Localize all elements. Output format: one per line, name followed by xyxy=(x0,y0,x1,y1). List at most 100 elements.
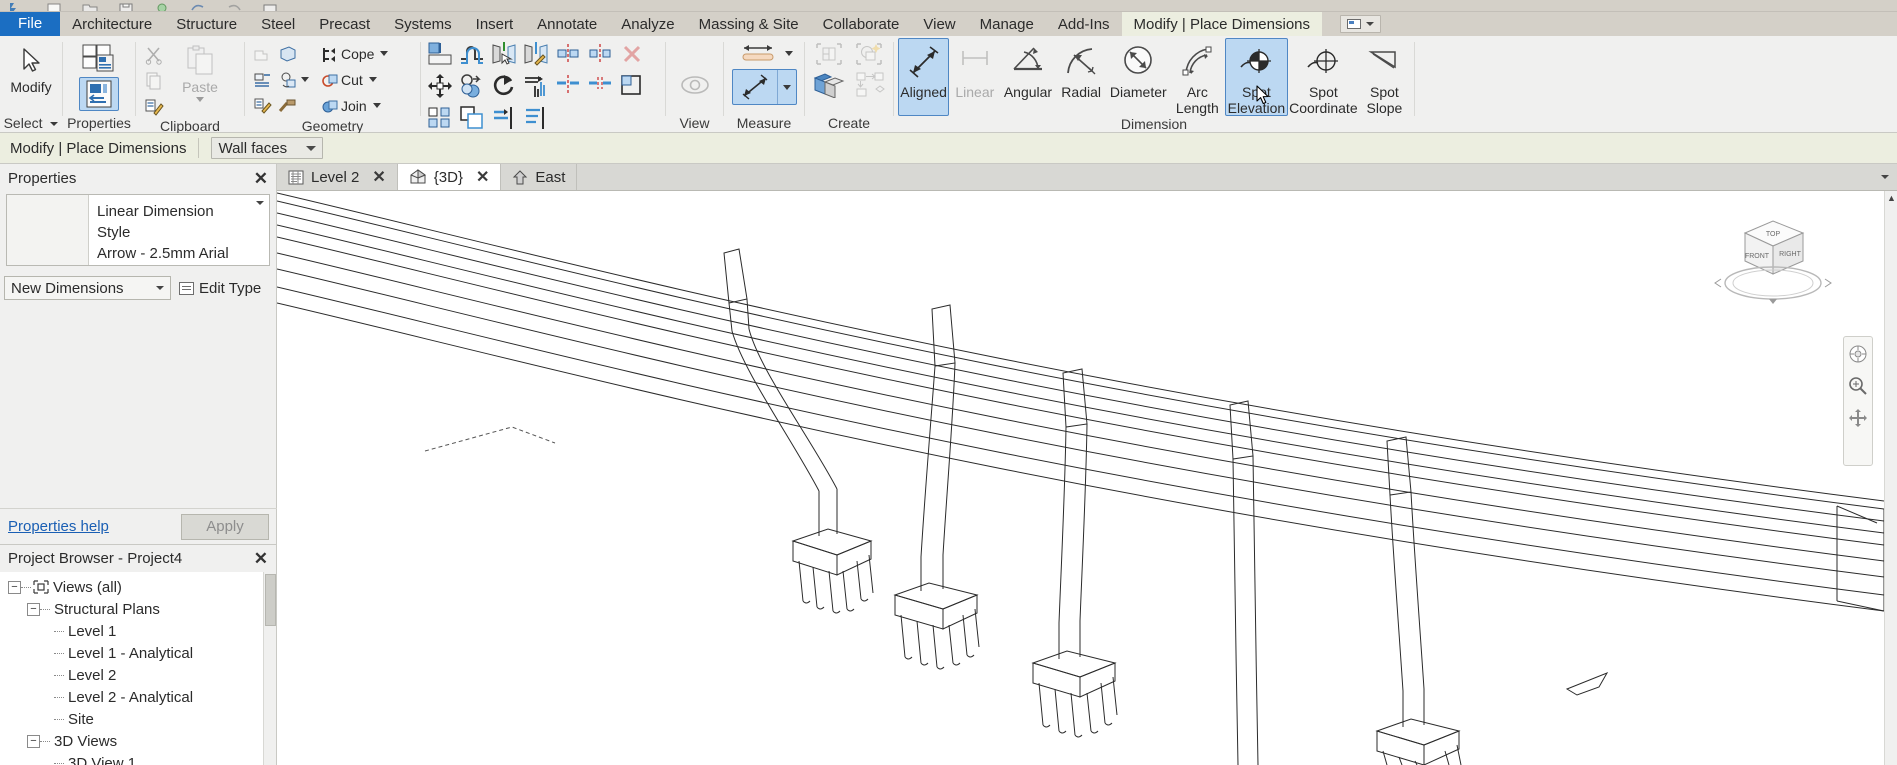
quick-access-toolbar[interactable] xyxy=(0,0,1897,12)
scroll-up-icon[interactable]: ▲ xyxy=(1885,191,1897,205)
measure-aligned-button[interactable] xyxy=(733,70,777,104)
tab-architecture[interactable]: Architecture xyxy=(60,12,164,36)
view-tab-east[interactable]: East xyxy=(501,164,578,190)
move-button[interactable] xyxy=(425,71,455,101)
edit-type-button[interactable]: Edit Type xyxy=(179,280,261,297)
options-bar[interactable]: Modify | Place Dimensions Wall faces xyxy=(0,133,1897,164)
beam-join-button[interactable] xyxy=(274,93,313,118)
tree-node-3d-views[interactable]: − 3D Views xyxy=(2,730,276,752)
tab-structure[interactable]: Structure xyxy=(164,12,249,36)
cut-button[interactable]: Cut xyxy=(317,67,392,92)
tab-view[interactable]: View xyxy=(911,12,967,36)
tab-systems[interactable]: Systems xyxy=(382,12,464,36)
modify-extra-1-button[interactable] xyxy=(553,103,583,133)
close-icon[interactable]: ✕ xyxy=(372,167,385,187)
chevron-down-icon[interactable] xyxy=(1881,175,1889,179)
undo-icon[interactable] xyxy=(188,1,208,11)
tab-file[interactable]: File xyxy=(0,12,61,36)
expander-icon[interactable]: − xyxy=(27,734,40,748)
modify-button[interactable]: Modify xyxy=(4,39,58,96)
tree-node-views-all[interactable]: − Views (all) xyxy=(2,576,276,598)
delete-button[interactable] xyxy=(617,39,647,69)
cut-geometry-small-button[interactable] xyxy=(274,67,313,92)
panel-title-select[interactable]: Select xyxy=(0,115,62,133)
tree-node-level-2-analytical[interactable]: Level 2 - Analytical xyxy=(2,686,276,708)
angular-dimension-button[interactable]: Angular xyxy=(1000,38,1055,116)
align-right-button[interactable] xyxy=(521,103,551,133)
properties-help-link[interactable]: Properties help xyxy=(8,518,109,535)
mirror-draw-axis-button[interactable] xyxy=(521,39,551,69)
copy-modify-button[interactable] xyxy=(457,71,487,101)
cope-button[interactable]: Cope xyxy=(317,41,392,66)
chevron-down-icon[interactable] xyxy=(301,77,309,82)
redo-icon[interactable] xyxy=(224,1,244,11)
scrollbar-thumb[interactable] xyxy=(265,574,276,626)
navigation-bar[interactable] xyxy=(1843,336,1873,466)
tree-node-level-1[interactable]: Level 1 xyxy=(2,620,276,642)
measure-between-refs-button[interactable] xyxy=(736,40,780,66)
open-icon[interactable] xyxy=(80,1,100,11)
join-geometry-small-button[interactable] xyxy=(274,41,313,66)
close-icon[interactable]: ✕ xyxy=(254,170,268,187)
tab-insert[interactable]: Insert xyxy=(464,12,526,36)
offset-array-button[interactable] xyxy=(457,103,487,133)
spot-elevation-button[interactable]: Spot Elevation xyxy=(1224,38,1288,116)
new-icon[interactable] xyxy=(44,1,64,11)
align-left-button[interactable] xyxy=(489,103,519,133)
ribbon-display-options[interactable] xyxy=(1340,15,1382,33)
array-button[interactable] xyxy=(425,103,455,133)
split-face-button[interactable] xyxy=(249,67,274,92)
ribbon-tab-bar[interactable]: File Architecture Structure Steel Precas… xyxy=(0,12,1897,36)
spot-slope-button[interactable]: Spot Slope xyxy=(1359,38,1410,116)
match-type-button[interactable] xyxy=(140,93,165,118)
view-tab-level-2[interactable]: Level 2 ✕ xyxy=(277,164,398,190)
close-icon[interactable]: ✕ xyxy=(476,167,489,187)
chevron-down-icon[interactable] xyxy=(50,122,59,127)
radial-dimension-button[interactable]: Radial xyxy=(1056,38,1107,116)
modify-extra-2-button[interactable] xyxy=(585,103,615,133)
sync-icon[interactable] xyxy=(152,1,172,11)
save-icon[interactable] xyxy=(116,1,136,11)
chevron-down-icon[interactable] xyxy=(372,103,381,108)
tree-node-site[interactable]: Site xyxy=(2,708,276,730)
tab-steel[interactable]: Steel xyxy=(249,12,307,36)
chevron-down-icon[interactable] xyxy=(368,77,377,82)
prefer-select[interactable]: Wall faces xyxy=(211,137,324,159)
tree-node-structural-plans[interactable]: − Structural Plans xyxy=(2,598,276,620)
linear-dimension-button[interactable]: Linear xyxy=(949,38,1000,116)
mirror-pick-axis-button[interactable] xyxy=(489,39,519,69)
cut-clipboard-button[interactable] xyxy=(140,41,165,66)
unpin-button[interactable] xyxy=(585,39,615,69)
view-tab-overflow[interactable] xyxy=(1881,164,1897,190)
chevron-down-icon[interactable] xyxy=(784,50,793,56)
split-with-gap-button[interactable] xyxy=(585,71,615,101)
visibility-graphics-button[interactable] xyxy=(675,68,715,102)
create-part-button[interactable] xyxy=(851,40,887,68)
project-browser[interactable]: Project Browser - Project4 ✕ − Views (al… xyxy=(0,545,277,765)
diameter-dimension-button[interactable]: Diameter xyxy=(1107,38,1170,116)
zoom-region-icon[interactable] xyxy=(1847,375,1869,397)
arc-length-dimension-button[interactable]: Arc Length xyxy=(1170,38,1225,116)
view-cube[interactable]: TOP FRONT RIGHT xyxy=(1707,211,1837,321)
tab-add-ins[interactable]: Add-Ins xyxy=(1046,12,1122,36)
join-button[interactable]: Join xyxy=(317,93,392,118)
apply-button[interactable]: Apply xyxy=(181,513,269,540)
tree-node-3d-view-1[interactable]: 3D View 1 xyxy=(2,752,276,765)
paste-button[interactable]: Paste xyxy=(169,39,231,103)
properties-toggle-button[interactable] xyxy=(79,41,119,75)
trim-extend-button[interactable] xyxy=(521,71,551,101)
create-group-button[interactable] xyxy=(809,70,849,100)
tab-manage[interactable]: Manage xyxy=(968,12,1046,36)
view-tab-3d[interactable]: {3D} ✕ xyxy=(397,164,502,190)
close-icon[interactable]: ✕ xyxy=(254,550,268,567)
measure-aligned-split-button[interactable] xyxy=(731,69,797,105)
offset-button[interactable] xyxy=(457,39,487,69)
type-selector[interactable]: Linear Dimension Style Arrow - 2.5mm Ari… xyxy=(6,194,270,266)
tab-massing-and-site[interactable]: Massing & Site xyxy=(687,12,811,36)
tree-node-level-2[interactable]: Level 2 xyxy=(2,664,276,686)
tab-analyze[interactable]: Analyze xyxy=(609,12,686,36)
pin-button[interactable] xyxy=(553,39,583,69)
demolish-button[interactable] xyxy=(249,41,274,66)
rotate-button[interactable] xyxy=(489,71,519,101)
type-selector-dropdown[interactable] xyxy=(251,195,269,265)
